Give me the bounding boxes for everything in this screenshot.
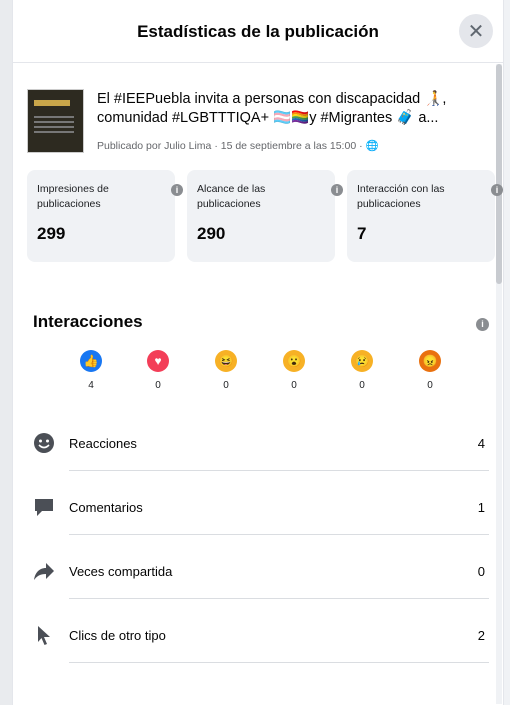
angry-icon: 😠 — [419, 350, 441, 372]
metric-value: 4 — [477, 436, 485, 451]
reaction-love: ♥ 0 — [133, 350, 183, 391]
stat-value: 299 — [37, 224, 66, 243]
metric-label: Veces compartida — [69, 564, 173, 579]
post-thumbnail — [27, 89, 84, 153]
metric-row-other-clicks[interactable]: Clics de otro tipo 2 — [33, 618, 489, 678]
share-icon — [34, 563, 54, 580]
metric-value: 1 — [477, 500, 485, 515]
modal-header: Estadísticas de la publicación ✕ — [13, 0, 503, 63]
stat-label: Impresiones de publicaciones — [37, 183, 109, 210]
divider — [69, 598, 489, 599]
reaction-angry: 😠 0 — [405, 350, 455, 391]
globe-icon: 🌐 — [365, 140, 379, 152]
post-summary[interactable]: El #IEEPuebla invita a personas con disc… — [27, 86, 492, 156]
reaction-wow: 😮 0 — [269, 350, 319, 391]
stat-card-reach: Alcance de las publicaciones 290 i — [187, 170, 343, 262]
reaction-count: 0 — [291, 380, 297, 391]
reactions-breakdown: 👍 4 ♥ 0 😆 0 😮 0 😢 0 😠 0 — [33, 350, 493, 400]
comment-icon — [35, 499, 53, 516]
reaction-count: 0 — [155, 380, 161, 391]
divider — [69, 470, 489, 471]
info-icon[interactable]: i — [476, 318, 489, 331]
info-icon[interactable]: i — [491, 184, 503, 196]
metric-label: Comentarios — [69, 500, 143, 515]
metric-label: Reacciones — [69, 436, 137, 451]
metric-row-shares[interactable]: Veces compartida 0 — [33, 554, 489, 614]
background-edge — [0, 0, 12, 705]
reaction-sad: 😢 0 — [337, 350, 387, 391]
modal-title: Estadísticas de la publicación — [137, 22, 379, 41]
stat-value: 7 — [357, 224, 367, 243]
reaction-count: 4 — [88, 380, 94, 391]
divider — [69, 534, 489, 535]
like-icon: 👍 — [80, 350, 102, 372]
interactions-title: Interacciones — [33, 312, 143, 331]
post-meta: Publicado por Julio Lima · 15 de septiem… — [97, 139, 379, 152]
stat-card-engagement: Interacción con las publicaciones 7 i — [347, 170, 503, 262]
divider — [69, 662, 489, 663]
reaction-count: 0 — [223, 380, 229, 391]
cursor-icon — [38, 626, 50, 645]
reaction-count: 0 — [359, 380, 365, 391]
metric-label: Clics de otro tipo — [69, 628, 166, 643]
metric-row-comments[interactable]: Comentarios 1 — [33, 490, 489, 550]
metric-value: 0 — [477, 564, 485, 579]
stat-label: Interacción con las publicaciones — [357, 183, 445, 210]
smiley-icon — [34, 433, 54, 453]
haha-icon: 😆 — [215, 350, 237, 372]
love-icon: ♥ — [147, 350, 169, 372]
post-meta-text: Publicado por Julio Lima · 15 de septiem… — [97, 140, 363, 152]
info-icon[interactable]: i — [171, 184, 183, 196]
reaction-count: 0 — [427, 380, 433, 391]
reaction-haha: 😆 0 — [201, 350, 251, 391]
close-icon[interactable]: ✕ — [459, 14, 493, 48]
stat-card-impressions: Impresiones de publicaciones 299 i — [27, 170, 183, 262]
stat-label: Alcance de las publicaciones — [197, 183, 266, 210]
info-icon[interactable]: i — [331, 184, 343, 196]
post-text: El #IEEPuebla invita a personas con disc… — [97, 91, 447, 126]
stat-value: 290 — [197, 224, 226, 243]
metric-row-reactions[interactable]: Reacciones 4 — [33, 426, 489, 486]
sad-icon: 😢 — [351, 350, 373, 372]
post-insights-modal: Estadísticas de la publicación ✕ El #IEE… — [12, 0, 504, 705]
wow-icon: 😮 — [283, 350, 305, 372]
reaction-like: 👍 4 — [66, 350, 116, 391]
metric-value: 2 — [477, 628, 485, 643]
stats-cards: Impresiones de publicaciones 299 i Alcan… — [27, 170, 503, 262]
